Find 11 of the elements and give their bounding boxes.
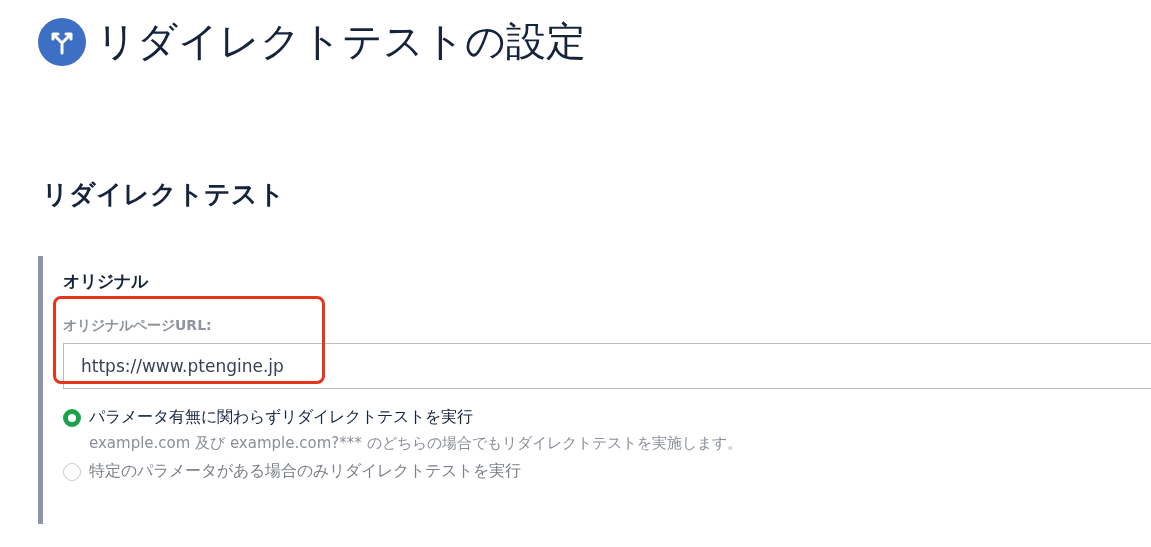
option-label: 特定のパラメータがある場合のみリダイレクトテストを実行 <box>89 461 522 482</box>
radio-button[interactable] <box>63 462 81 481</box>
option-label: パラメータ有無に関わらずリダイレクトテストを実行 <box>89 407 474 428</box>
url-field[interactable]: https://www.ptengine.jp <box>63 343 1151 389</box>
field-label: オリジナルページURL: <box>63 317 213 335</box>
radio-button[interactable] <box>63 408 81 427</box>
page-title: リダイレクトテストの設定 <box>96 17 586 66</box>
option-description: example.com 及び example.com?*** のどちらの場合でもリダイレクトテストを実施します。 <box>89 434 743 453</box>
branch-icon <box>38 17 86 66</box>
section-heading: リダイレクトテスト <box>42 178 286 211</box>
card-title: オリジナル <box>63 270 150 293</box>
